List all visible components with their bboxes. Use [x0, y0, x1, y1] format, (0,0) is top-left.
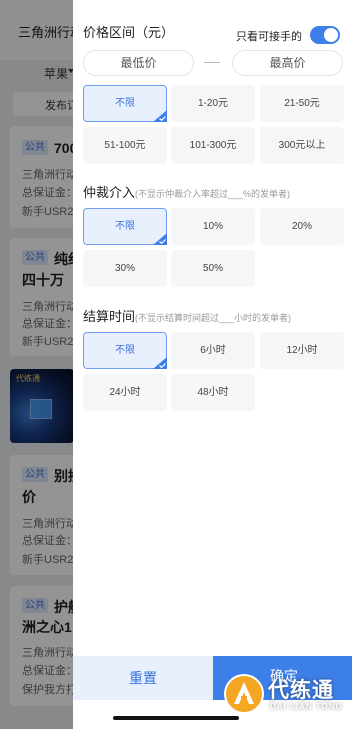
arbitration-option[interactable]: 30%	[83, 250, 167, 287]
settlement-title-text: 结算时间	[83, 309, 136, 324]
arbitration-title-text: 仲裁介入	[83, 185, 136, 200]
watermark-text: 代练通	[268, 679, 334, 702]
price-option[interactable]: 1-20元	[171, 85, 255, 122]
min-price-input[interactable]: 最低价	[83, 50, 194, 76]
checkmark-icon	[153, 233, 167, 245]
only-acceptable-label: 只看可接手的	[236, 31, 302, 43]
settlement-option[interactable]: 不限	[83, 332, 167, 369]
watermark-subtext: DAI LIAN TONG	[270, 702, 343, 711]
checkmark-icon	[153, 110, 167, 122]
price-option[interactable]: 300元以上	[260, 127, 344, 164]
max-price-input[interactable]: 最高价	[232, 50, 343, 76]
arbitration-title: 仲裁介入(不显示仲裁介入率超过___%的发单者)	[83, 182, 290, 201]
settlement-option[interactable]: 6小时	[171, 332, 255, 369]
settlement-option[interactable]: 24小时	[83, 374, 167, 411]
toggle-knob	[324, 28, 338, 42]
watermark: 代练通 DAI LIAN TONG	[222, 670, 352, 722]
price-option[interactable]: 不限	[83, 85, 167, 122]
settlement-title: 结算时间(不显示结算时间超过___小时的发单者)	[83, 306, 291, 325]
price-range-title: 价格区间（元）	[83, 25, 175, 40]
checkmark-icon	[153, 357, 167, 369]
option-label: 不限	[115, 98, 135, 109]
arbitration-option[interactable]: 20%	[260, 208, 344, 245]
price-option[interactable]: 101-300元	[171, 127, 255, 164]
range-separator	[204, 62, 220, 63]
only-acceptable-toggle[interactable]	[310, 26, 340, 44]
arbitration-option[interactable]: 50%	[171, 250, 255, 287]
option-label: 不限	[115, 221, 135, 232]
settlement-option[interactable]: 48小时	[171, 374, 255, 411]
arbitration-option[interactable]: 10%	[171, 208, 255, 245]
filter-drawer: 价格区间（元） 只看可接手的 最低价 最高价 不限 1-20元 21-50元 5…	[73, 0, 352, 729]
home-indicator	[113, 716, 239, 720]
arbitration-hint: (不显示仲裁介入率超过___%的发单者)	[135, 189, 291, 199]
settlement-hint: (不显示结算时间超过___小时的发单者)	[135, 313, 292, 323]
price-option[interactable]: 51-100元	[83, 127, 167, 164]
price-option[interactable]: 21-50元	[260, 85, 344, 122]
settlement-option[interactable]: 12小时	[260, 332, 344, 369]
reset-button[interactable]: 重置	[73, 656, 213, 700]
watermark-logo-icon	[224, 674, 264, 714]
arbitration-option[interactable]: 不限	[83, 208, 167, 245]
option-label: 不限	[115, 345, 135, 356]
